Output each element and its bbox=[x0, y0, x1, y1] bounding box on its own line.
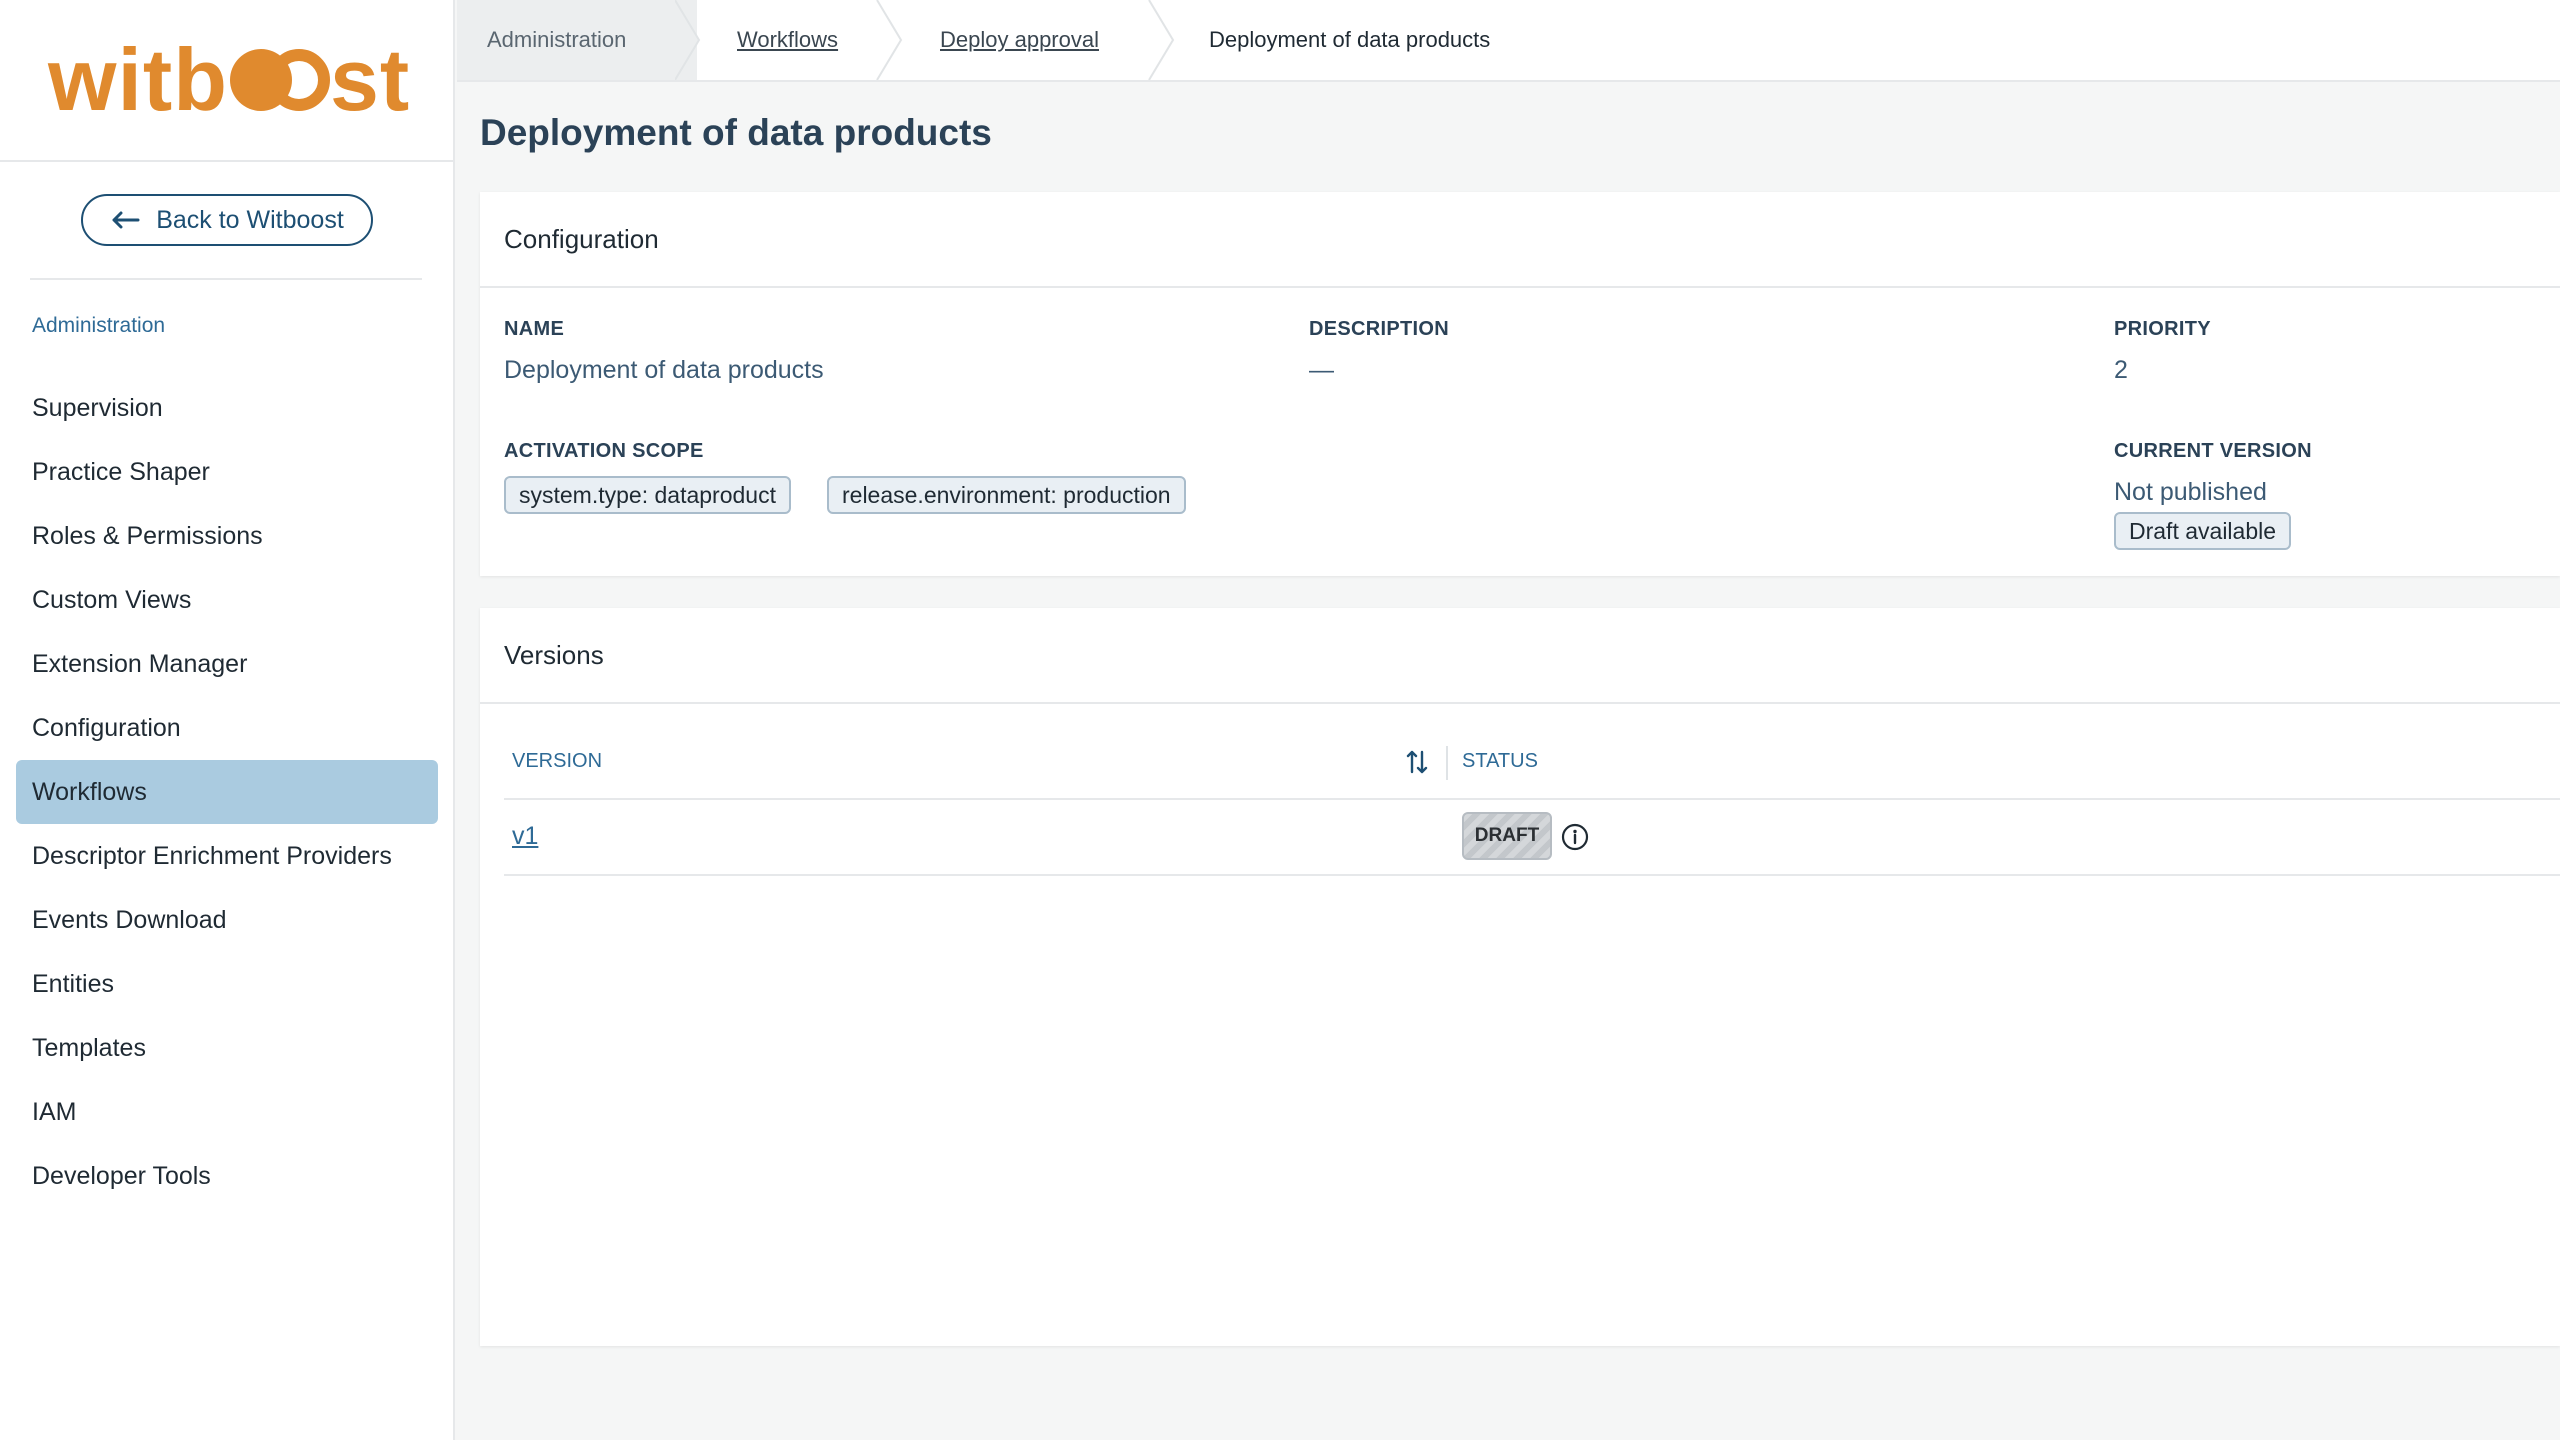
description-label: DESCRIPTION bbox=[1309, 318, 1449, 340]
sidebar-item-custom-views[interactable]: Custom Views bbox=[16, 568, 438, 632]
sidebar: witb st Back to Witboost Administration … bbox=[0, 0, 455, 1440]
sort-icon[interactable] bbox=[1406, 748, 1428, 781]
table-row-divider bbox=[504, 874, 2560, 876]
back-button-label: Back to Witboost bbox=[156, 205, 344, 234]
sidebar-item-workflows[interactable]: Workflows bbox=[16, 760, 438, 824]
breadcrumb-workflows[interactable]: Workflows bbox=[737, 0, 838, 80]
sidebar-section-title: Administration bbox=[32, 314, 166, 337]
breadcrumb: Administration Workflows Deploy approval… bbox=[457, 0, 2560, 82]
status-badge: DRAFT bbox=[1462, 812, 1552, 860]
page-title: Deployment of data products bbox=[480, 112, 992, 153]
sidebar-item-roles-permissions[interactable]: Roles & Permissions bbox=[16, 504, 438, 568]
logo-text-left: witb bbox=[48, 30, 228, 129]
sidebar-divider bbox=[30, 278, 422, 280]
sidebar-item-configuration[interactable]: Configuration bbox=[16, 696, 438, 760]
breadcrumb-home-label: Administration bbox=[487, 27, 627, 52]
breadcrumb-deploy-approval[interactable]: Deploy approval bbox=[940, 0, 1099, 80]
logo-text-right: st bbox=[329, 30, 411, 129]
sidebar-item-iam[interactable]: IAM bbox=[16, 1080, 438, 1144]
sidebar-item-descriptor-enrichment-providers[interactable]: Descriptor Enrichment Providers bbox=[16, 824, 438, 888]
logo-area: witb st bbox=[0, 0, 453, 162]
breadcrumb-separator-icon bbox=[675, 0, 701, 80]
breadcrumb-separator-icon bbox=[876, 0, 903, 80]
sidebar-item-templates[interactable]: Templates bbox=[16, 1016, 438, 1080]
sidebar-item-events-download[interactable]: Events Download bbox=[16, 888, 438, 952]
priority-label: PRIORITY bbox=[2114, 318, 2211, 340]
breadcrumb-workflows-label: Workflows bbox=[737, 27, 839, 52]
version-link[interactable]: v1 bbox=[512, 822, 538, 851]
sidebar-item-supervision[interactable]: Supervision bbox=[16, 376, 438, 440]
breadcrumb-home[interactable]: Administration bbox=[457, 0, 697, 80]
configuration-card-header: Configuration bbox=[480, 192, 2560, 288]
column-divider bbox=[1446, 746, 1448, 780]
sidebar-nav: Supervision Practice Shaper Roles & Perm… bbox=[16, 376, 438, 1208]
priority-value: 2 bbox=[2114, 356, 2128, 384]
witboost-logo[interactable]: witb st bbox=[48, 30, 410, 130]
breadcrumb-current-label: Deployment of data products bbox=[1209, 27, 1491, 52]
configuration-card: Configuration NAME Deployment of data pr… bbox=[480, 192, 2560, 576]
back-to-witboost-button[interactable]: Back to Witboost bbox=[81, 194, 373, 246]
sidebar-item-developer-tools[interactable]: Developer Tools bbox=[16, 1144, 438, 1208]
versions-card-header: Versions bbox=[480, 608, 2560, 704]
column-header-status[interactable]: STATUS bbox=[1462, 750, 1538, 773]
info-icon[interactable] bbox=[1560, 822, 1590, 857]
arrow-left-icon bbox=[110, 210, 140, 230]
sidebar-item-practice-shaper[interactable]: Practice Shaper bbox=[16, 440, 438, 504]
draft-available-badge: Draft available bbox=[2114, 512, 2292, 550]
breadcrumb-separator-icon bbox=[1148, 0, 1175, 80]
activation-scope-chip: system.type: dataproduct bbox=[504, 476, 791, 514]
sidebar-item-extension-manager[interactable]: Extension Manager bbox=[16, 632, 438, 696]
breadcrumb-deploy-approval-label: Deploy approval bbox=[940, 27, 1099, 52]
current-version-label: CURRENT VERSION bbox=[2114, 440, 2312, 462]
column-header-version[interactable]: VERSION bbox=[512, 750, 602, 773]
versions-card: Versions VERSION STATUS v1 DRAFT bbox=[480, 608, 2560, 1346]
table-header-divider bbox=[504, 798, 2560, 800]
breadcrumb-current: Deployment of data products bbox=[1209, 0, 1490, 80]
current-version-value: Not published bbox=[2114, 478, 2267, 506]
activation-scope-chip: release.environment: production bbox=[827, 476, 1186, 514]
description-value: — bbox=[1309, 356, 1334, 384]
name-label: NAME bbox=[504, 318, 565, 340]
name-value: Deployment of data products bbox=[504, 356, 824, 384]
logo-mark-icon bbox=[229, 49, 330, 111]
activation-scope-label: ACTIVATION SCOPE bbox=[504, 440, 704, 462]
sidebar-item-entities[interactable]: Entities bbox=[16, 952, 438, 1016]
